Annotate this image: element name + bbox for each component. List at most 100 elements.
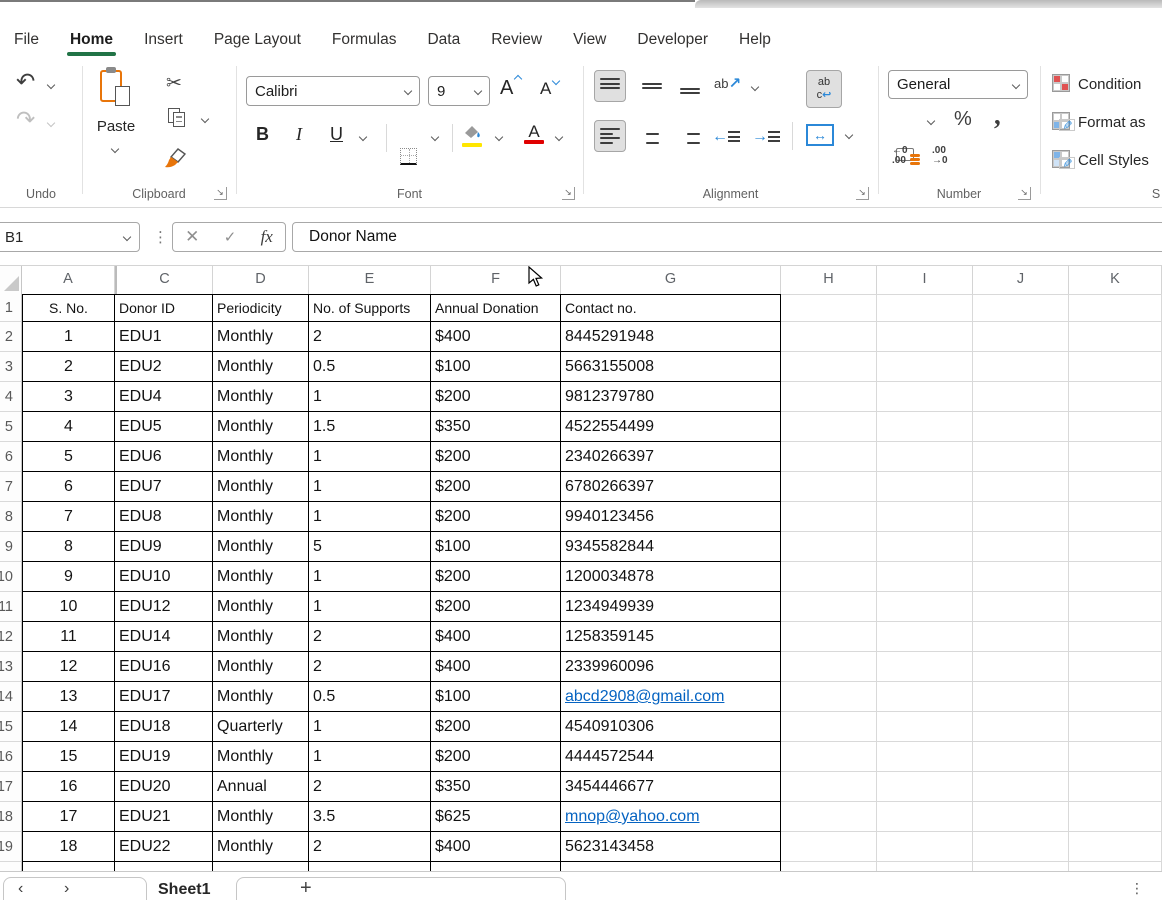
row-header-2[interactable]: 2 (0, 322, 22, 352)
cell-I1[interactable] (877, 294, 973, 322)
cell-J1[interactable] (973, 294, 1069, 322)
cell-D7[interactable]: Monthly (213, 472, 309, 502)
copy-dropdown-chevron[interactable] (201, 115, 209, 123)
column-header-D[interactable]: D (213, 266, 309, 294)
cell-G7[interactable]: 6780266397 (561, 472, 781, 502)
cell-A5[interactable]: 4 (22, 412, 115, 442)
cell-D8[interactable]: Monthly (213, 502, 309, 532)
underline-dropdown-chevron[interactable] (359, 133, 367, 141)
decrease-decimal-button[interactable]: .00→0 (932, 146, 948, 166)
cell-K10[interactable] (1069, 562, 1162, 592)
cell-G10[interactable]: 1200034878 (561, 562, 781, 592)
cell-K4[interactable] (1069, 382, 1162, 412)
menu-tab-developer[interactable]: Developer (637, 31, 708, 49)
cell-J16[interactable] (973, 742, 1069, 772)
cell-J17[interactable] (973, 772, 1069, 802)
cell-D16[interactable]: Monthly (213, 742, 309, 772)
name-box-splitter-icon[interactable]: ⋮ (153, 228, 168, 246)
font-color-button[interactable]: A (524, 122, 544, 142)
cell-C8[interactable]: EDU8 (115, 502, 213, 532)
cell-H13[interactable] (781, 652, 877, 682)
cell-A17[interactable]: 16 (22, 772, 115, 802)
row-header-7[interactable]: 7 (0, 472, 22, 502)
cell-J4[interactable] (973, 382, 1069, 412)
middle-align-button[interactable] (642, 78, 662, 94)
cell-D4[interactable]: Monthly (213, 382, 309, 412)
cell-C1[interactable]: Donor ID (115, 294, 213, 322)
italic-button[interactable]: I (296, 124, 302, 145)
cell-E14[interactable]: 0.5 (309, 682, 431, 712)
cell-H8[interactable] (781, 502, 877, 532)
clipboard-dialog-launcher[interactable]: ↘ (214, 187, 227, 200)
cell-I9[interactable] (877, 532, 973, 562)
cell-D17[interactable]: Annual (213, 772, 309, 802)
paste-dropdown-chevron[interactable] (111, 145, 119, 153)
column-header-I[interactable]: I (877, 266, 973, 294)
cell-A10[interactable]: 9 (22, 562, 115, 592)
cell-A16[interactable]: 15 (22, 742, 115, 772)
cell-E4[interactable]: 1 (309, 382, 431, 412)
cell-A15[interactable]: 14 (22, 712, 115, 742)
cell-K9[interactable] (1069, 532, 1162, 562)
cell-I4[interactable] (877, 382, 973, 412)
cell-C9[interactable]: EDU9 (115, 532, 213, 562)
cell-K15[interactable] (1069, 712, 1162, 742)
cell-A3[interactable]: 2 (22, 352, 115, 382)
menu-tab-formulas[interactable]: Formulas (332, 31, 397, 49)
column-header-E[interactable]: E (309, 266, 431, 294)
cell-F11[interactable]: $200 (431, 592, 561, 622)
cell-C14[interactable]: EDU17 (115, 682, 213, 712)
row-header-6[interactable]: 6 (0, 442, 22, 472)
cell-H14[interactable] (781, 682, 877, 712)
cell-J6[interactable] (973, 442, 1069, 472)
cell-E18[interactable]: 3.5 (309, 802, 431, 832)
cell-K1[interactable] (1069, 294, 1162, 322)
cell-G15[interactable]: 4540910306 (561, 712, 781, 742)
cell-K3[interactable] (1069, 352, 1162, 382)
row-header-12[interactable]: 12 (0, 622, 22, 652)
cell-H17[interactable] (781, 772, 877, 802)
cell-J7[interactable] (973, 472, 1069, 502)
cell-G19[interactable]: 5623143458 (561, 832, 781, 862)
menu-tab-page-layout[interactable]: Page Layout (214, 31, 301, 49)
cell-K14[interactable] (1069, 682, 1162, 712)
number-dialog-launcher[interactable]: ↘ (1018, 187, 1031, 200)
paste-button[interactable] (100, 68, 128, 104)
align-center-button[interactable] (642, 128, 662, 144)
row-header-15[interactable]: 15 (0, 712, 22, 742)
bold-button[interactable]: B (256, 124, 269, 145)
cell-H7[interactable] (781, 472, 877, 502)
cell-D12[interactable]: Monthly (213, 622, 309, 652)
cell-E13[interactable]: 2 (309, 652, 431, 682)
menu-tab-insert[interactable]: Insert (144, 31, 183, 49)
font-size-combobox[interactable]: 9 (428, 76, 490, 106)
orientation-button[interactable]: ab↗ (714, 74, 741, 92)
cell-E5[interactable]: 1.5 (309, 412, 431, 442)
cell-D13[interactable]: Monthly (213, 652, 309, 682)
cell-G5[interactable]: 4522554499 (561, 412, 781, 442)
undo-icon[interactable]: ↶ (16, 70, 35, 93)
cell-K2[interactable] (1069, 322, 1162, 352)
cell-F2[interactable]: $400 (431, 322, 561, 352)
cell-J3[interactable] (973, 352, 1069, 382)
cell-C12[interactable]: EDU14 (115, 622, 213, 652)
cell-H1[interactable] (781, 294, 877, 322)
cell-E10[interactable]: 1 (309, 562, 431, 592)
cell-C20[interactable] (115, 862, 213, 871)
decrease-font-size-button[interactable]: A (540, 78, 559, 99)
column-header-C[interactable]: C (115, 266, 213, 294)
menu-tab-review[interactable]: Review (491, 31, 542, 49)
cell-I19[interactable] (877, 832, 973, 862)
cell-J12[interactable] (973, 622, 1069, 652)
cell-D20[interactable] (213, 862, 309, 871)
cell-F14[interactable]: $100 (431, 682, 561, 712)
merge-center-chevron[interactable] (845, 131, 853, 139)
cell-G8[interactable]: 9940123456 (561, 502, 781, 532)
tabbar-overflow-icon[interactable]: ⋮ (1130, 880, 1144, 897)
cell-A12[interactable]: 11 (22, 622, 115, 652)
cell-A18[interactable]: 17 (22, 802, 115, 832)
cell-E12[interactable]: 2 (309, 622, 431, 652)
cell-C4[interactable]: EDU4 (115, 382, 213, 412)
cell-I14[interactable] (877, 682, 973, 712)
cell-H4[interactable] (781, 382, 877, 412)
